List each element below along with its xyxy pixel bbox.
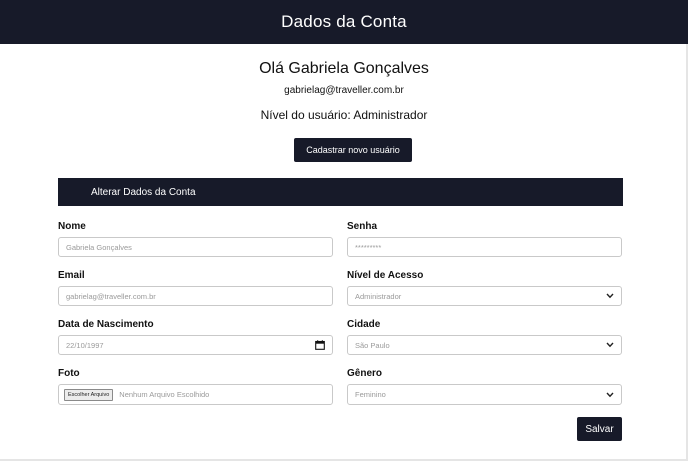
gender-value: Feminino: [355, 390, 386, 399]
access-level-select[interactable]: Administrador: [347, 286, 622, 306]
top-header: Dados da Conta: [0, 0, 688, 44]
choose-file-button[interactable]: Escolher Arquivo: [64, 388, 114, 401]
email-label: Email: [58, 270, 85, 281]
user-level: Nível do usuário: Administrador: [260, 108, 428, 122]
city-select[interactable]: São Paulo: [347, 335, 622, 355]
chevron-down-icon: [605, 341, 614, 350]
city-label: Cidade: [347, 319, 381, 330]
email-placeholder: gabrielag@traveller.com.br: [66, 291, 156, 301]
name-placeholder: Gabriela Gonçalves: [66, 242, 132, 252]
access-level-value: Administrador: [355, 291, 402, 301]
password-label: Senha: [347, 221, 378, 232]
section-title: Alterar Dados da Conta: [91, 186, 196, 198]
email-field[interactable]: gabrielag@traveller.com.br: [58, 286, 333, 306]
photo-label: Foto: [58, 368, 80, 379]
birthdate-field[interactable]: 22/10/1997: [58, 335, 333, 355]
access-level-label: Nível de Acesso: [347, 270, 424, 281]
password-placeholder: *********: [355, 242, 382, 252]
name-label: Nome: [58, 221, 86, 232]
name-field[interactable]: Gabriela Gonçalves: [58, 237, 333, 257]
gender-label: Gênero: [347, 368, 383, 379]
photo-file-input: Escolher Arquivo Nenhum Arquivo Escolhid…: [58, 384, 333, 405]
password-field[interactable]: *********: [347, 237, 622, 257]
file-status: Nenhum Arquivo Escolhido: [119, 390, 210, 399]
page-title: Dados da Conta: [281, 12, 407, 31]
birthdate-label: Data de Nascimento: [58, 319, 154, 330]
user-greeting: Olá Gabriela Gonçalves: [259, 60, 429, 77]
chevron-down-icon: [605, 292, 614, 301]
calendar-icon[interactable]: [314, 340, 325, 351]
gender-select[interactable]: Feminino: [347, 384, 622, 405]
chevron-down-icon: [605, 390, 614, 399]
user-email: gabrielag@traveller.com.br: [284, 85, 404, 96]
register-new-user-button[interactable]: Cadastrar novo usuário: [294, 138, 412, 162]
birthdate-value: 22/10/1997: [66, 340, 104, 350]
save-button[interactable]: Salvar: [577, 417, 622, 441]
section-header: Alterar Dados da Conta: [58, 178, 623, 206]
city-value: São Paulo: [355, 340, 390, 350]
